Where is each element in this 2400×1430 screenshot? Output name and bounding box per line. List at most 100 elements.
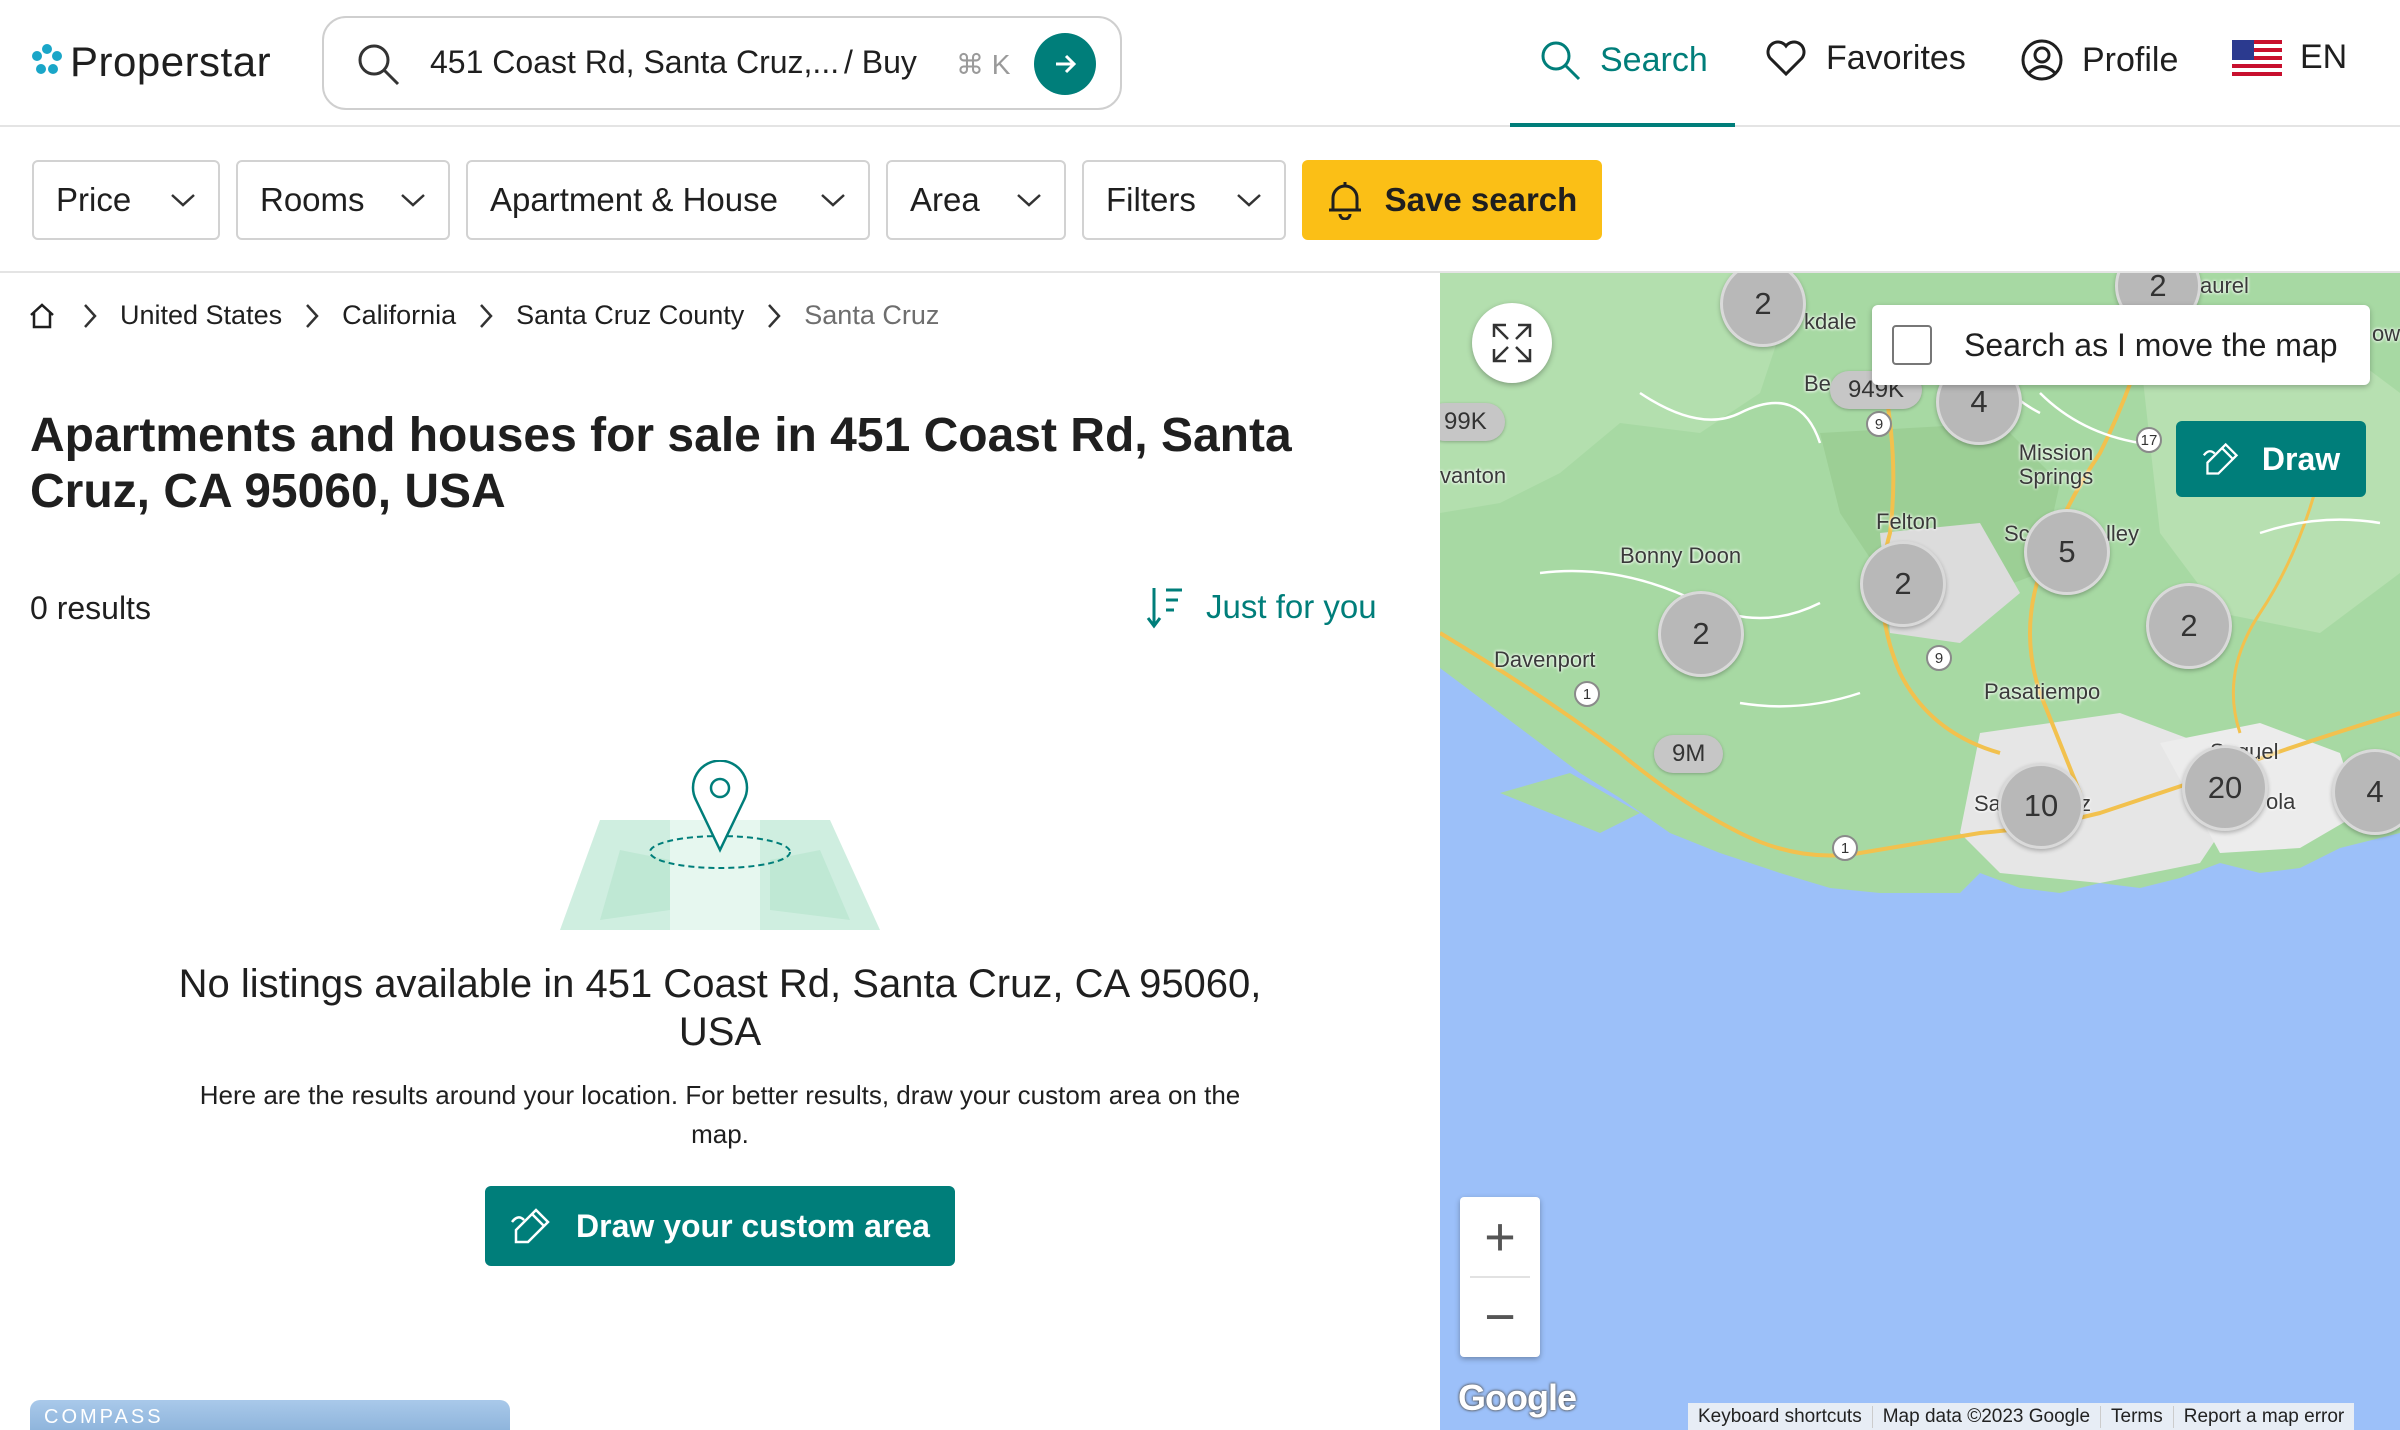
chevron-down-icon [821, 194, 845, 207]
logo[interactable]: Properstar [30, 38, 271, 86]
nav-profile[interactable]: Profile [2020, 38, 2178, 82]
map-place-label: aurel [2200, 273, 2249, 298]
breadcrumb: United States California Santa Cruz Coun… [28, 300, 961, 331]
language-label: EN [2300, 38, 2348, 76]
chevron-right-icon [480, 303, 493, 328]
terms-link[interactable]: Terms [2100, 1405, 2173, 1428]
heart-icon [1766, 40, 1806, 77]
chevron-down-icon [401, 194, 425, 207]
zoom-controls: + − [1460, 1197, 1540, 1357]
route-marker: 1 [1832, 835, 1858, 861]
breadcrumb-state[interactable]: California [342, 300, 456, 331]
route-marker: 9 [1866, 411, 1892, 437]
keyboard-shortcut: ⌘ K [956, 49, 1011, 80]
chevron-down-icon [1237, 194, 1261, 207]
star-logo-icon [30, 43, 64, 82]
draw-pencil-icon [511, 1208, 550, 1244]
empty-state-description: Here are the results around your locatio… [199, 1080, 1241, 1149]
map-cluster-marker[interactable]: 2 [1860, 541, 1946, 627]
property-type-filter-label: Apartment & House [490, 181, 778, 218]
listing-thumbnail[interactable]: COMPASS [30, 1400, 510, 1430]
top-header: Properstar 451 Coast Rd, Santa Cruz,... … [0, 0, 2400, 127]
breadcrumb-county[interactable]: Santa Cruz County [516, 300, 744, 331]
nav-favorites[interactable]: Favorites [1764, 38, 1966, 78]
chevron-down-icon [1017, 194, 1041, 207]
keyboard-shortcuts-link[interactable]: Keyboard shortcuts [1688, 1406, 1872, 1428]
logo-text: Properstar [70, 38, 272, 85]
map-place-label: Sa [1974, 791, 2001, 816]
map-draw-button[interactable]: Draw [2176, 421, 2366, 497]
map-place-label: ola [2266, 789, 2296, 814]
property-type-filter[interactable]: Apartment & House [466, 160, 870, 240]
more-filters-label: Filters [1106, 181, 1196, 218]
zoom-in-button[interactable]: + [1460, 1197, 1540, 1277]
draw-custom-area-button[interactable]: Draw your custom area [485, 1186, 955, 1266]
map-place-label: kdale [1804, 309, 1857, 334]
map-cluster-marker[interactable]: 20 [2182, 745, 2268, 831]
chevron-right-icon [84, 303, 97, 328]
chevron-right-icon [768, 303, 781, 328]
page-title: Apartments and houses for sale in 451 Co… [30, 409, 1292, 518]
user-icon [2021, 39, 2063, 81]
draw-custom-area-label: Draw your custom area [576, 1207, 930, 1244]
search-icon [354, 40, 402, 93]
route-marker: 1 [1574, 681, 1600, 707]
map-view[interactable]: aurel kdale ows Be Mission Springs vanto… [1440, 273, 2400, 1430]
home-icon[interactable] [28, 302, 56, 330]
chevron-right-icon [306, 303, 319, 328]
breadcrumb-country[interactable]: United States [120, 300, 282, 331]
search-submit-button[interactable] [1034, 33, 1096, 95]
us-flag-icon [2232, 39, 2282, 76]
arrow-right-icon [1056, 54, 1077, 74]
sort-icon [1146, 588, 1182, 629]
search-icon [1541, 41, 1581, 81]
nav-favorites-label: Favorites [1826, 38, 1966, 77]
route-marker: 9 [1926, 645, 1952, 671]
route-marker: 17 [2136, 427, 2162, 453]
area-filter[interactable]: Area [886, 160, 1066, 240]
search-query: 451 Coast Rd, Santa Cruz,... [430, 44, 840, 80]
report-error-link[interactable]: Report a map error [2172, 1405, 2355, 1428]
save-search-button[interactable]: Save search [1302, 160, 1602, 240]
map-price-tag[interactable]: 9M [1654, 735, 1724, 773]
nav-search-label: Search [1600, 40, 1708, 79]
map-cluster-marker[interactable]: 2 [1658, 591, 1744, 677]
search-mode[interactable]: / Buy [844, 44, 917, 81]
map-cluster-marker[interactable]: 2 [2146, 583, 2232, 669]
map-place-label: Mission Springs [2018, 440, 2094, 489]
save-search-label: Save search [1384, 181, 1578, 218]
rooms-filter[interactable]: Rooms [236, 160, 450, 240]
empty-map-illustration [560, 759, 880, 945]
map-place-label: Bonny Doon [1620, 543, 1742, 568]
sort-button[interactable]: Just for you [1146, 584, 1377, 630]
search-as-move-label: Search as I move the map [1964, 326, 2338, 363]
draw-pencil-icon [2202, 442, 2239, 475]
filter-bar: Price Rooms Apartment & House Area Filte… [0, 127, 2400, 273]
area-filter-label: Area [910, 181, 980, 218]
google-logo: Google [1458, 1377, 1577, 1418]
language-selector[interactable]: EN [2232, 38, 2347, 77]
bell-icon [1328, 182, 1361, 220]
map-data-label: Map data ©2023 Google [1871, 1405, 2100, 1428]
map-cluster-marker[interactable]: 10 [1998, 763, 2084, 849]
zoom-out-button[interactable]: − [1460, 1277, 1540, 1357]
empty-state-title: No listings available in 451 Coast Rd, S… [178, 962, 1262, 1054]
results-count: 0 results [30, 590, 151, 626]
price-filter[interactable]: Price [32, 160, 220, 240]
nav-search[interactable]: Search [1538, 38, 1708, 82]
sort-label: Just for you [1206, 588, 1377, 625]
map-place-label: ows [2372, 321, 2400, 346]
map-attribution: Keyboard shortcuts Map data ©2023 Google… [1688, 1403, 2355, 1430]
zoom-divider [1470, 1276, 1530, 1278]
map-cluster-marker[interactable]: 5 [2024, 509, 2110, 595]
map-place-label: lley [2106, 521, 2140, 546]
search-as-move-toggle[interactable]: Search as I move the map [1872, 305, 2370, 385]
search-as-move-checkbox[interactable] [1892, 325, 1932, 365]
map-place-label: vanton [1440, 463, 1507, 488]
location-search-input[interactable]: 451 Coast Rd, Santa Cruz,... / Buy ⌘ K [322, 16, 1122, 110]
more-filters[interactable]: Filters [1082, 160, 1286, 240]
map-price-tag[interactable]: 99K [1440, 403, 1505, 441]
fullscreen-map-button[interactable] [1472, 303, 1552, 383]
breadcrumb-city: Santa Cruz [804, 300, 940, 330]
chevron-down-icon [171, 194, 195, 207]
